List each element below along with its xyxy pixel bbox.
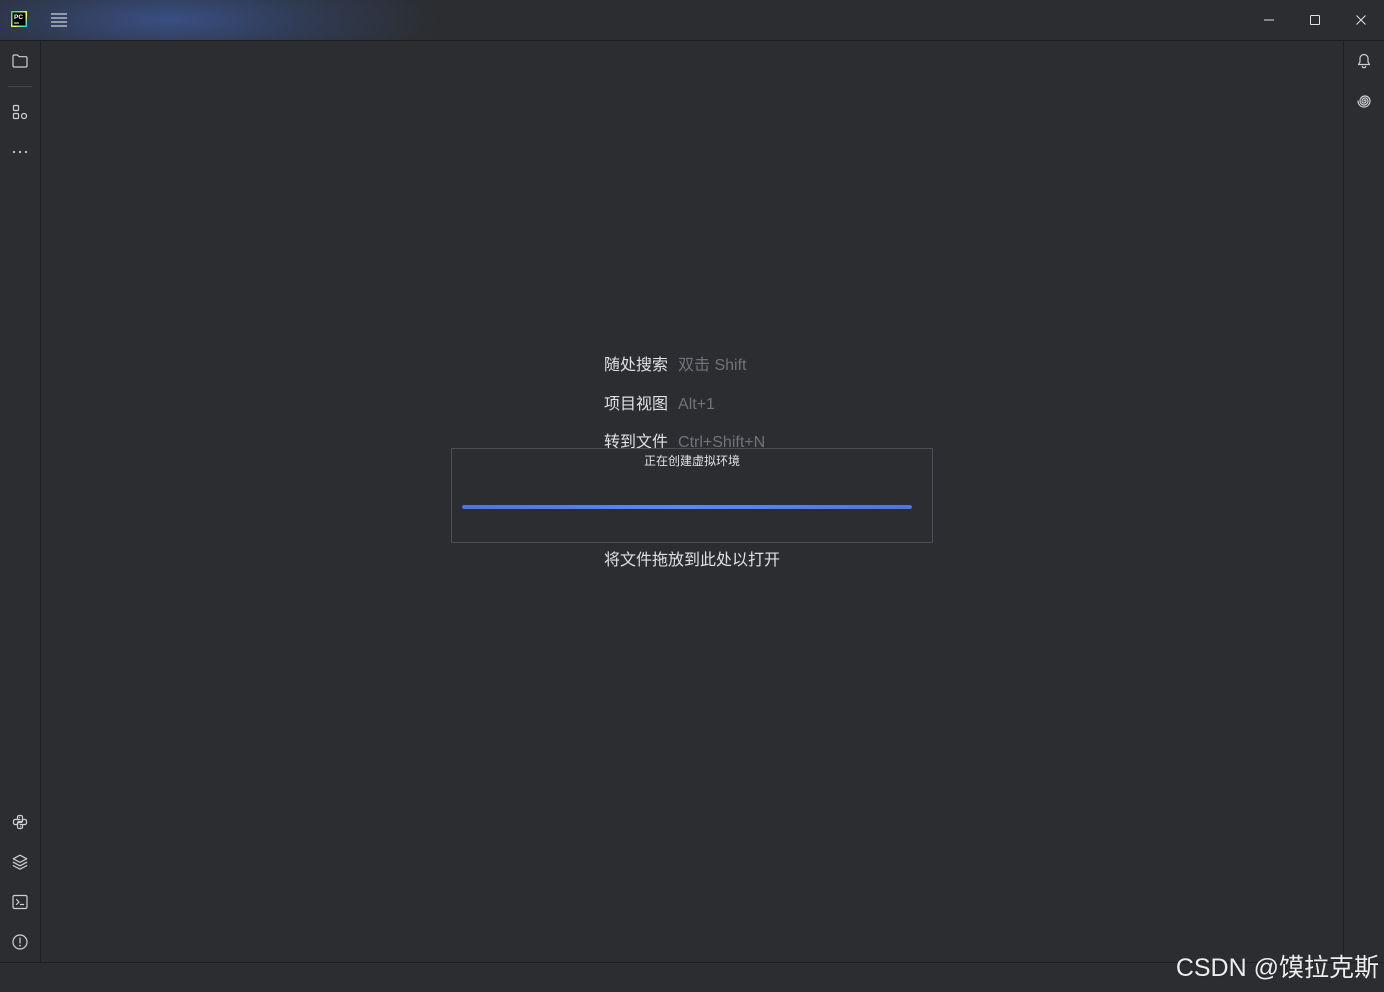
progress-dialog-title: 正在创建虚拟环境 <box>643 454 740 468</box>
structure-tool-button[interactable] <box>6 98 34 126</box>
problems-button[interactable] <box>6 928 34 956</box>
hint-search-everywhere: 随处搜索 双击 Shift <box>604 356 746 376</box>
terminal-button[interactable] <box>6 888 34 916</box>
python-console-button[interactable] <box>6 808 34 836</box>
hint-project-view: 项目视图 Alt+1 <box>604 395 715 415</box>
hint-shortcut: 双击 Shift <box>678 357 747 374</box>
terminal-icon <box>12 894 28 910</box>
ai-assistant-button[interactable] <box>1350 87 1378 115</box>
hamburger-menu-icon <box>50 13 68 27</box>
hint-label: 随处搜索 <box>604 357 669 374</box>
minimize-icon <box>1264 19 1274 21</box>
project-tool-button[interactable] <box>6 47 34 75</box>
window-controls <box>1246 0 1384 40</box>
more-tools-button[interactable] <box>6 138 34 166</box>
exclamation-circle-icon <box>12 934 28 950</box>
right-tool-stripe <box>1343 41 1384 962</box>
empty-editor-hints: 随处搜索 双击 Shift 项目视图 Alt+1 转到文件 Ctrl+Shift+N <box>604 356 924 456</box>
hint-label: 项目视图 <box>604 396 669 413</box>
spiral-icon <box>1357 95 1371 108</box>
stripe-divider <box>8 86 32 87</box>
pycharm-logo-icon: PC <box>11 11 27 27</box>
close-button[interactable] <box>1338 0 1384 40</box>
logo-text: PC <box>14 14 23 21</box>
drop-files-hint: 将文件拖放到此处以打开 <box>604 552 781 569</box>
title-bar: PC <box>0 0 1384 41</box>
bell-icon <box>1357 53 1371 69</box>
layers-icon <box>12 854 28 870</box>
notifications-button[interactable] <box>1350 47 1378 75</box>
structure-icon <box>12 104 28 120</box>
more-dots-icon <box>12 150 28 154</box>
minimize-button[interactable] <box>1246 0 1292 40</box>
watermark: CSDN @馍拉克斯 <box>1175 954 1379 982</box>
close-icon <box>1356 15 1366 25</box>
maximize-icon <box>1310 15 1320 25</box>
progress-bar-fill <box>462 505 912 509</box>
progress-dialog: 正在创建虚拟环境 <box>451 448 933 543</box>
hint-shortcut: Alt+1 <box>678 396 715 413</box>
python-icon <box>12 814 28 830</box>
progress-bar <box>462 505 912 509</box>
left-tool-stripe <box>0 41 41 962</box>
folder-icon <box>12 54 28 68</box>
main-menu-button[interactable] <box>45 6 73 34</box>
python-packages-button[interactable] <box>6 848 34 876</box>
maximize-button[interactable] <box>1292 0 1338 40</box>
